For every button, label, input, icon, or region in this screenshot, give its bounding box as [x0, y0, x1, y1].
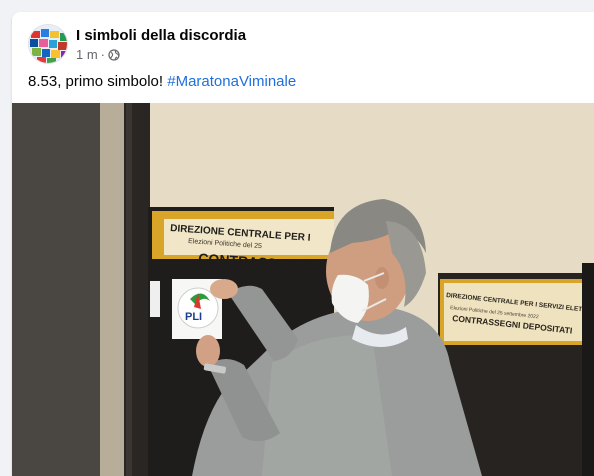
- page-avatar[interactable]: [28, 24, 68, 64]
- post-header: I simboli della discordia 1 m ·: [28, 24, 246, 64]
- post-text-body: 8.53, primo simbolo!: [28, 73, 168, 90]
- person-hand-upper: [210, 279, 238, 299]
- post-timestamp[interactable]: 1 m: [76, 47, 98, 63]
- page-name-link[interactable]: I simboli della discordia: [76, 26, 246, 45]
- photo-dark-left-edge: [12, 103, 102, 476]
- post-meta: I simboli della discordia 1 m ·: [76, 26, 246, 63]
- post-card: I simboli della discordia 1 m · 8.53, pr…: [12, 12, 594, 476]
- separator-dot: ·: [100, 46, 106, 62]
- person-hand-lower: [196, 335, 220, 367]
- hashtag-link[interactable]: #MaratonaViminale: [167, 73, 296, 90]
- post-subline: 1 m ·: [76, 47, 246, 63]
- post-photo[interactable]: DIREZIONE CENTRALE PER I Elezioni Politi…: [12, 103, 594, 476]
- post-text: 8.53, primo simbolo! #MaratonaViminale: [28, 72, 296, 92]
- globe-icon[interactable]: [108, 48, 120, 61]
- symbol-label: PLI: [185, 311, 202, 323]
